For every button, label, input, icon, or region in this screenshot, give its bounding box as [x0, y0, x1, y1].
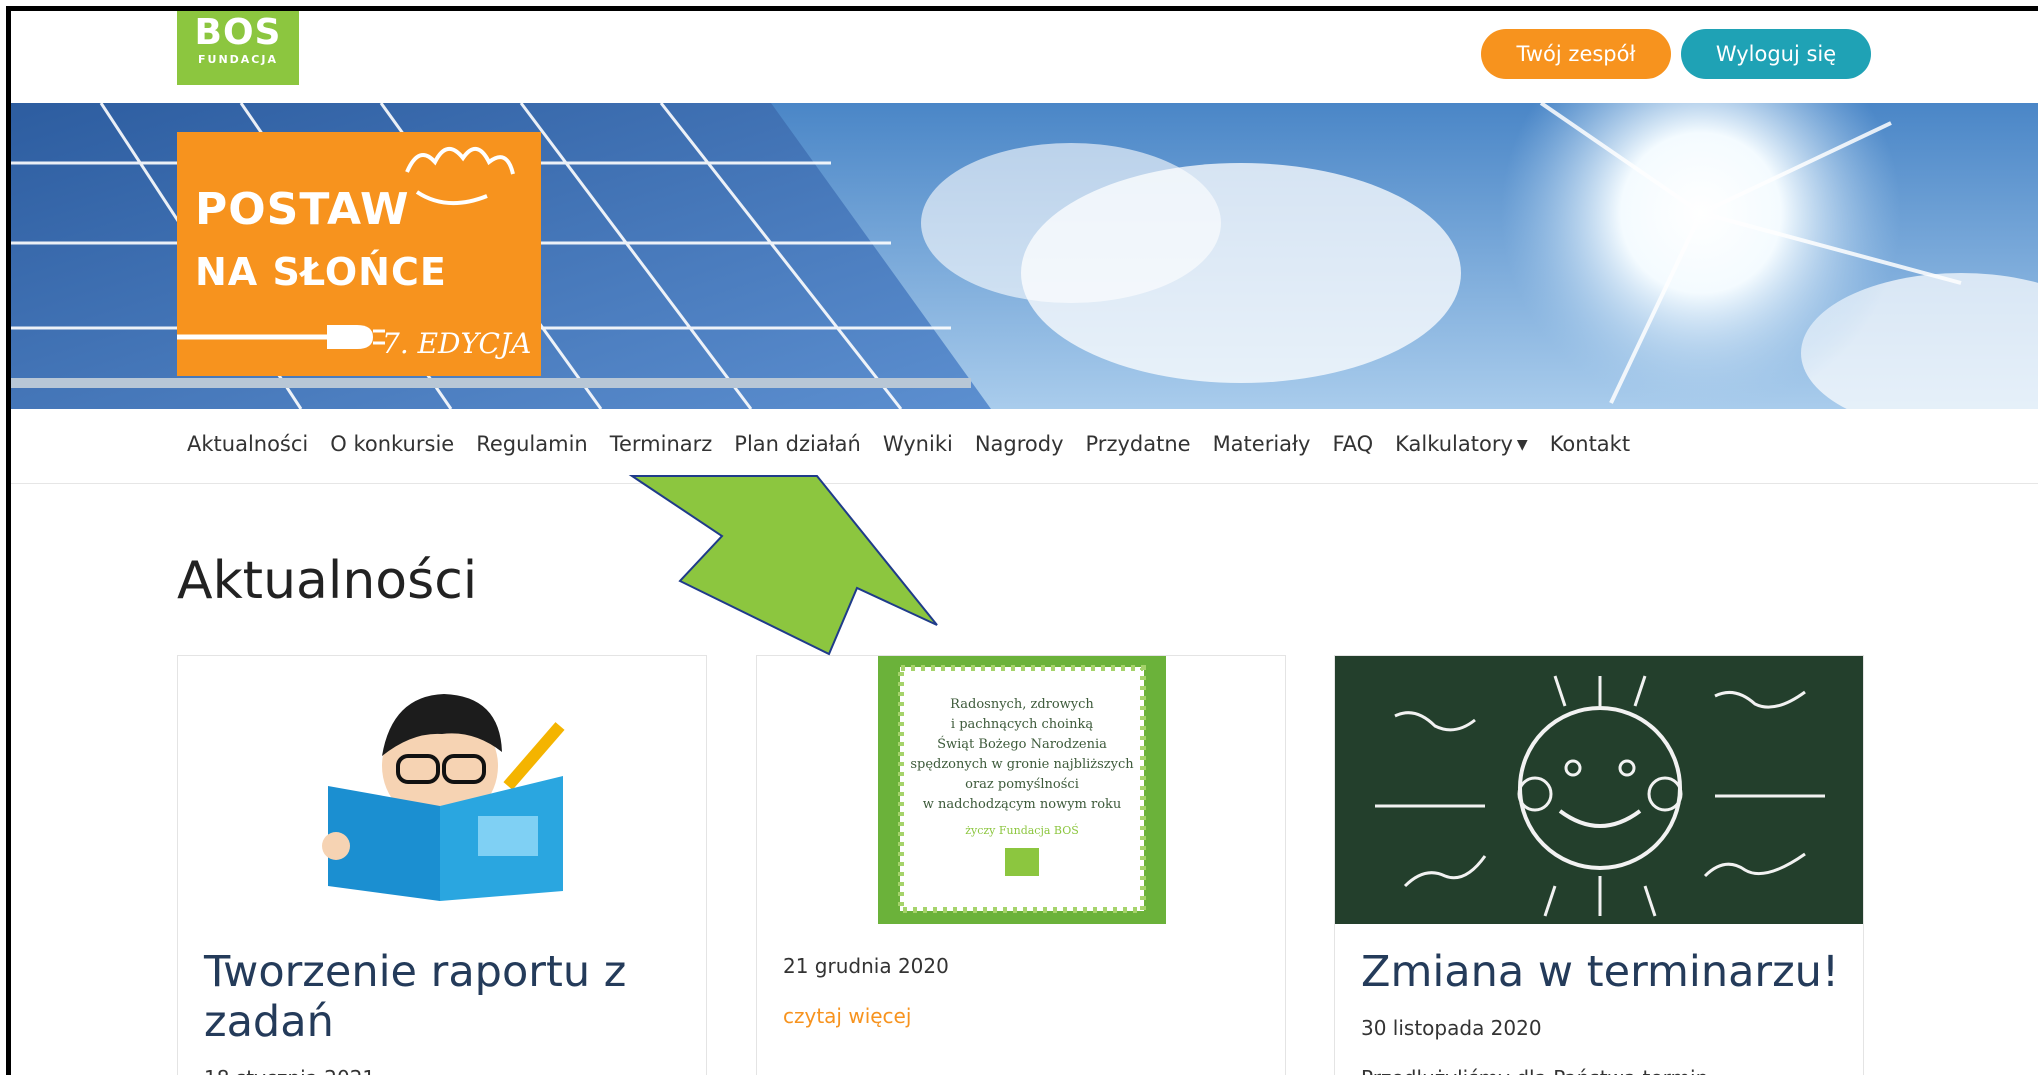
campaign-line-2: NA SŁOŃCE: [195, 250, 447, 294]
news-card[interactable]: Tworzenie raportu z zadań 18 stycznia 20…: [177, 655, 707, 1075]
main-navigation: Aktualności O konkursie Regulamin Termin…: [11, 409, 2038, 484]
nav-item-plan-dzialan[interactable]: Plan działań: [734, 432, 861, 456]
greeting-signature: życzy Fundacja BOŚ: [965, 823, 1079, 837]
caret-down-icon: ▼: [1516, 437, 1528, 453]
nav-item-terminarz[interactable]: Terminarz: [610, 432, 713, 456]
card-title-line-1[interactable]: Tworzenie raportu z: [204, 946, 626, 998]
greeting-line: Świąt Bożego Narodzenia: [937, 735, 1107, 752]
greeting-line: w nadchodzącym nowym roku: [923, 797, 1122, 812]
card-date: 30 listopada 2020: [1361, 1016, 1542, 1040]
news-card[interactable]: Radosnych, zdrowych i pachnących choinką…: [756, 655, 1286, 1075]
nav-item-o-konkursie[interactable]: O konkursie: [330, 432, 454, 456]
nav-item-regulamin[interactable]: Regulamin: [476, 432, 588, 456]
card-excerpt: Przedłużyliśmy dla Państwa termin: [1361, 1066, 1708, 1075]
boy-reading-illustration: [322, 694, 565, 901]
logout-button[interactable]: Wyloguj się: [1681, 29, 1871, 79]
christmas-greeting-image: Radosnych, zdrowych i pachnących choinką…: [878, 656, 1166, 924]
campaign-line-1: POSTAW: [195, 184, 410, 235]
card-title[interactable]: Zmiana w terminarzu!: [1361, 946, 1839, 998]
page-title: Aktualności: [177, 551, 478, 611]
nav-item-nagrody[interactable]: Nagrody: [975, 432, 1064, 456]
top-bar: BOS FUNDACJA Twój zespół Wyloguj się: [11, 11, 2038, 103]
nav-item-aktualnosci[interactable]: Aktualności: [187, 432, 308, 456]
campaign-logo: POSTAW NA SŁOŃCE 7. EDYCJA: [177, 132, 541, 376]
news-card[interactable]: Zmiana w terminarzu! 30 listopada 2020 P…: [1334, 655, 1864, 1075]
greeting-line: spędzonych w gronie najbliższych: [910, 757, 1134, 772]
card-date: 18 stycznia 2021: [204, 1066, 375, 1075]
card-date: 21 grudnia 2020: [783, 954, 949, 978]
browser-page: BOS FUNDACJA Twój zespół Wyloguj się POS…: [6, 6, 2038, 1075]
campaign-edition: 7. EDYCJA: [382, 327, 532, 360]
nav-item-kalkulatory-dropdown[interactable]: Kalkulatory ▼: [1395, 432, 1528, 456]
nav-item-kalkulatory-label: Kalkulatory: [1395, 432, 1513, 456]
team-button[interactable]: Twój zespół: [1481, 29, 1671, 79]
nav-item-materialy[interactable]: Materiały: [1213, 432, 1311, 456]
read-more-link[interactable]: czytaj więcej: [783, 1004, 911, 1028]
card-title-line-2[interactable]: zadań: [204, 996, 334, 1048]
nav-item-przydatne[interactable]: Przydatne: [1086, 432, 1191, 456]
nav-item-kontakt[interactable]: Kontakt: [1550, 432, 1630, 456]
nav-item-wyniki[interactable]: Wyniki: [883, 432, 953, 456]
logo-main-text: BOS: [194, 12, 282, 53]
greeting-line: i pachnących choinką: [951, 717, 1093, 732]
greeting-line: Radosnych, zdrowych: [950, 697, 1094, 712]
greeting-line: oraz pomyślności: [965, 777, 1079, 792]
nav-item-faq[interactable]: FAQ: [1332, 432, 1373, 456]
bos-logo[interactable]: BOS FUNDACJA: [177, 11, 299, 85]
chalkboard-sun-image: [1335, 656, 1863, 924]
